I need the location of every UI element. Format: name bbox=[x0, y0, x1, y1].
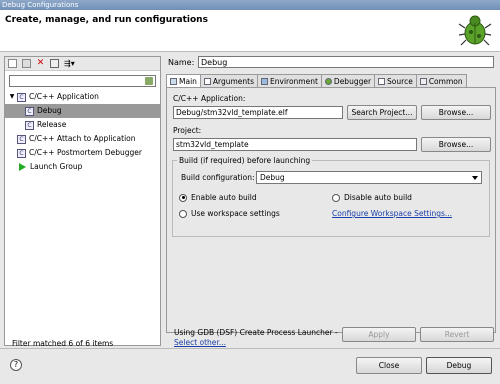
project-field[interactable]: stm32vld_template bbox=[173, 138, 417, 151]
tab-common[interactable]: Common bbox=[415, 74, 467, 87]
arguments-tab-icon bbox=[203, 77, 211, 85]
dialog-footer: ? Close Debug bbox=[0, 348, 500, 384]
source-tab-icon bbox=[378, 77, 386, 85]
duplicate-config-icon[interactable] bbox=[22, 59, 31, 68]
tree-item-cpp-application[interactable]: ▼ C C/C++ Application bbox=[5, 90, 160, 104]
filter-icon[interactable]: ⇶▾ bbox=[64, 59, 75, 68]
chevron-down-icon bbox=[472, 176, 478, 180]
radio-icon bbox=[179, 209, 187, 218]
radio-label: Disable auto build bbox=[344, 193, 412, 202]
radio-label: Enable auto build bbox=[191, 193, 257, 202]
debugger-tab-icon bbox=[324, 77, 332, 85]
browse-project-button[interactable]: Browse... bbox=[421, 137, 491, 152]
window-title: Debug Configurations bbox=[2, 1, 79, 9]
clear-filter-icon[interactable] bbox=[145, 77, 153, 85]
cpp-config-icon: C bbox=[25, 120, 34, 130]
dialog-body: ✕ ⇶▾ ▼ C C/C++ Application C Debug C Release… bbox=[0, 52, 500, 384]
application-field[interactable]: Debug/stm32vld_template.elf bbox=[173, 106, 343, 119]
tab-environment[interactable]: Environment bbox=[257, 74, 322, 87]
launcher-text: Using GDB (DSF) Create Process Launcher … bbox=[174, 328, 338, 337]
expand-arrow-icon[interactable]: ▼ bbox=[7, 90, 17, 104]
enable-auto-build-radio[interactable]: Enable auto build bbox=[179, 193, 257, 202]
tree-item-attach[interactable]: C C/C++ Attach to Application bbox=[5, 132, 160, 146]
revert-button[interactable]: Revert bbox=[420, 327, 494, 342]
build-configuration-select[interactable]: Debug bbox=[256, 171, 482, 184]
search-project-button[interactable]: Search Project... bbox=[347, 105, 417, 120]
radio-label: Use workspace settings bbox=[191, 209, 280, 218]
build-group-title: Build (if required) before launching bbox=[177, 156, 313, 165]
tab-arguments[interactable]: Arguments bbox=[199, 74, 259, 87]
cpp-attach-icon: C bbox=[17, 134, 26, 144]
configuration-tree: ▼ C C/C++ Application C Debug C Release C C/C… bbox=[5, 90, 160, 174]
filter-input[interactable] bbox=[9, 75, 156, 87]
tab-label: Common bbox=[428, 76, 463, 86]
select-other-link[interactable]: Select other... bbox=[174, 338, 226, 348]
bug-icon bbox=[458, 15, 492, 46]
filter-status: Filter matched 6 of 6 items bbox=[12, 339, 114, 348]
tab-label: Environment bbox=[270, 76, 318, 86]
cpp-config-icon: C bbox=[25, 106, 34, 116]
tree-item-label: Debug bbox=[37, 106, 62, 115]
tab-source[interactable]: Source bbox=[374, 74, 417, 87]
common-tab-icon bbox=[419, 77, 427, 85]
radio-icon bbox=[332, 193, 340, 202]
tree-item-label: Launch Group bbox=[30, 162, 83, 171]
window-title-bar: Debug Configurations bbox=[0, 0, 500, 10]
close-button[interactable]: Close bbox=[356, 357, 422, 374]
cpp-app-icon: C bbox=[17, 92, 26, 102]
config-tabs: Main Arguments Environment Debugger Sour… bbox=[166, 74, 496, 88]
tab-label: Main bbox=[179, 77, 197, 86]
build-group: Build (if required) before launching Bui… bbox=[172, 156, 490, 237]
tree-item-postmortem[interactable]: C C/C++ Postmortem Debugger bbox=[5, 146, 160, 160]
application-label: C/C++ Application: bbox=[173, 94, 246, 103]
launcher-info: Using GDB (DSF) Create Process Launcher … bbox=[174, 328, 338, 348]
tree-item-release[interactable]: C Release bbox=[5, 118, 160, 132]
project-label: Project: bbox=[173, 126, 202, 135]
tab-label: Debugger bbox=[333, 76, 372, 86]
tree-item-label: Release bbox=[37, 120, 67, 129]
tab-debugger[interactable]: Debugger bbox=[320, 74, 376, 87]
name-field[interactable]: Debug bbox=[198, 56, 494, 68]
tree-item-debug[interactable]: C Debug bbox=[5, 104, 160, 118]
tab-label: Source bbox=[387, 76, 413, 86]
build-configuration-label: Build configuration: bbox=[181, 173, 255, 182]
main-tab-icon bbox=[170, 78, 177, 85]
debug-button[interactable]: Debug bbox=[426, 357, 492, 374]
tree-toolbar: ✕ ⇶▾ bbox=[5, 57, 160, 71]
tab-main[interactable]: Main bbox=[166, 74, 201, 88]
configuration-editor: Name: Debug Main Arguments Environment D… bbox=[166, 56, 496, 348]
delete-config-icon[interactable]: ✕ bbox=[36, 59, 45, 68]
banner-title: Create, manage, and run configurations bbox=[5, 15, 208, 25]
name-label: Name: bbox=[168, 58, 195, 67]
tab-label: Arguments bbox=[212, 76, 255, 86]
dialog-banner: Create, manage, and run configurations bbox=[0, 10, 500, 52]
configure-workspace-link[interactable]: Configure Workspace Settings... bbox=[332, 209, 452, 218]
disable-auto-build-radio[interactable]: Disable auto build bbox=[332, 193, 412, 202]
help-icon[interactable]: ? bbox=[10, 359, 22, 371]
environment-tab-icon bbox=[261, 77, 269, 85]
browse-application-button[interactable]: Browse... bbox=[421, 105, 491, 120]
main-tab-content: C/C++ Application: Debug/stm32vld_templa… bbox=[166, 87, 496, 333]
use-workspace-settings-radio[interactable]: Use workspace settings bbox=[179, 209, 280, 218]
collapse-all-icon[interactable] bbox=[50, 59, 59, 68]
tree-item-label: C/C++ Application bbox=[29, 92, 99, 101]
configuration-tree-panel: ✕ ⇶▾ ▼ C C/C++ Application C Debug C Release… bbox=[4, 56, 161, 348]
build-configuration-value: Debug bbox=[260, 173, 285, 182]
apply-button[interactable]: Apply bbox=[342, 327, 416, 342]
radio-icon bbox=[179, 193, 187, 202]
tree-item-launch-group[interactable]: Launch Group bbox=[5, 160, 160, 174]
tree-item-label: C/C++ Postmortem Debugger bbox=[29, 148, 142, 157]
tree-item-label: C/C++ Attach to Application bbox=[29, 134, 136, 143]
new-config-icon[interactable] bbox=[8, 59, 17, 68]
launch-group-icon bbox=[19, 163, 26, 171]
cpp-postmortem-icon: C bbox=[17, 148, 26, 158]
